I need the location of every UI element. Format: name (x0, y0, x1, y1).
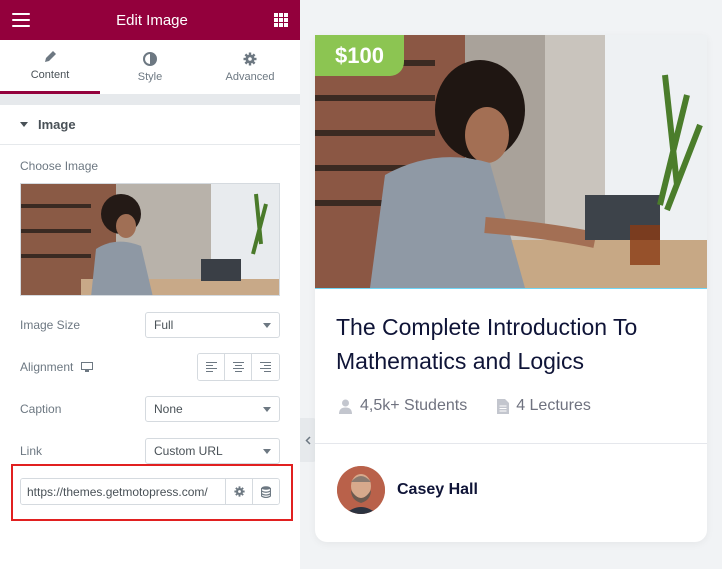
course-card[interactable]: $100 The Complete Introduction To Mathem… (315, 35, 707, 542)
desktop-icon[interactable] (81, 361, 94, 373)
pencil-icon (45, 51, 56, 62)
chevron-down-icon (263, 406, 271, 412)
lectures-count: 4 Lectures (516, 397, 591, 414)
chevron-down-icon (263, 448, 271, 454)
dynamic-tags-button[interactable] (252, 479, 279, 504)
panel-tabs: Content Style Advanced (0, 40, 300, 95)
document-icon (497, 398, 510, 414)
align-left-button[interactable] (198, 354, 225, 380)
alignment-label: Alignment (20, 360, 74, 374)
tab-advanced-label: Advanced (225, 70, 275, 83)
gear-icon (233, 486, 245, 497)
align-right-icon (260, 362, 271, 372)
course-image[interactable]: $100 (315, 35, 707, 289)
caret-down-icon (20, 122, 28, 127)
image-size-row: Image Size Full (20, 312, 280, 338)
alignment-label-wrap: Alignment (20, 360, 94, 374)
avatar (337, 466, 385, 514)
thumbnail-photo (21, 184, 279, 295)
align-left-icon (205, 362, 217, 372)
choose-image-label: Choose Image (20, 159, 99, 173)
chevron-down-icon (263, 322, 271, 328)
image-section-header[interactable]: Image (0, 105, 300, 145)
tab-style-label: Style (137, 70, 163, 83)
user-icon (339, 399, 352, 414)
tab-content[interactable]: Content (0, 40, 100, 94)
price-badge: $100 (315, 35, 404, 76)
menu-icon[interactable] (12, 13, 30, 27)
contrast-icon (143, 51, 157, 66)
panel-collapse-toggle[interactable] (300, 418, 316, 462)
alignment-buttons (197, 353, 280, 381)
course-title[interactable]: The Complete Introduction To Mathematics… (336, 310, 696, 378)
image-size-label: Image Size (20, 318, 81, 332)
chevron-left-icon (305, 435, 311, 445)
align-center-icon (232, 362, 244, 372)
url-row (20, 478, 280, 505)
caption-row: Caption None (20, 396, 280, 422)
avatar-photo (337, 466, 385, 514)
tab-advanced[interactable]: Advanced (200, 40, 300, 94)
image-thumbnail[interactable] (20, 183, 280, 296)
link-label: Link (20, 444, 43, 458)
database-icon (261, 485, 271, 498)
students-meta: 4,5k+ Students (338, 397, 467, 415)
lectures-meta: 4 Lectures (497, 397, 591, 415)
caption-value: None (154, 402, 183, 416)
course-meta: 4,5k+ Students 4 Lectures (338, 397, 591, 415)
students-count: 4,5k+ Students (360, 397, 468, 414)
align-center-button[interactable] (225, 354, 252, 380)
author-block[interactable]: Casey Hall (337, 466, 478, 514)
link-row: Link Custom URL (20, 438, 280, 464)
panel-title: Edit Image (116, 11, 188, 29)
caption-select[interactable]: None (145, 396, 280, 422)
tab-style[interactable]: Style (100, 40, 200, 94)
url-input[interactable] (21, 479, 225, 504)
tab-content-label: Content (30, 69, 70, 81)
caption-label: Caption (20, 402, 62, 416)
panel-header: Edit Image (0, 0, 300, 40)
alignment-row: Alignment (20, 353, 280, 381)
link-value: Custom URL (154, 444, 223, 458)
gear-icon (243, 52, 257, 65)
align-right-button[interactable] (252, 354, 279, 380)
editor-panel: Edit Image Content Style Advanced Image … (0, 0, 300, 569)
author-name: Casey Hall (397, 481, 478, 498)
image-size-select[interactable]: Full (145, 312, 280, 338)
section-title: Image (38, 117, 76, 132)
widgets-grid-icon[interactable] (274, 13, 288, 27)
link-options-button[interactable] (225, 479, 252, 504)
image-size-value: Full (154, 318, 174, 332)
card-divider (315, 443, 707, 444)
link-select[interactable]: Custom URL (145, 438, 280, 464)
